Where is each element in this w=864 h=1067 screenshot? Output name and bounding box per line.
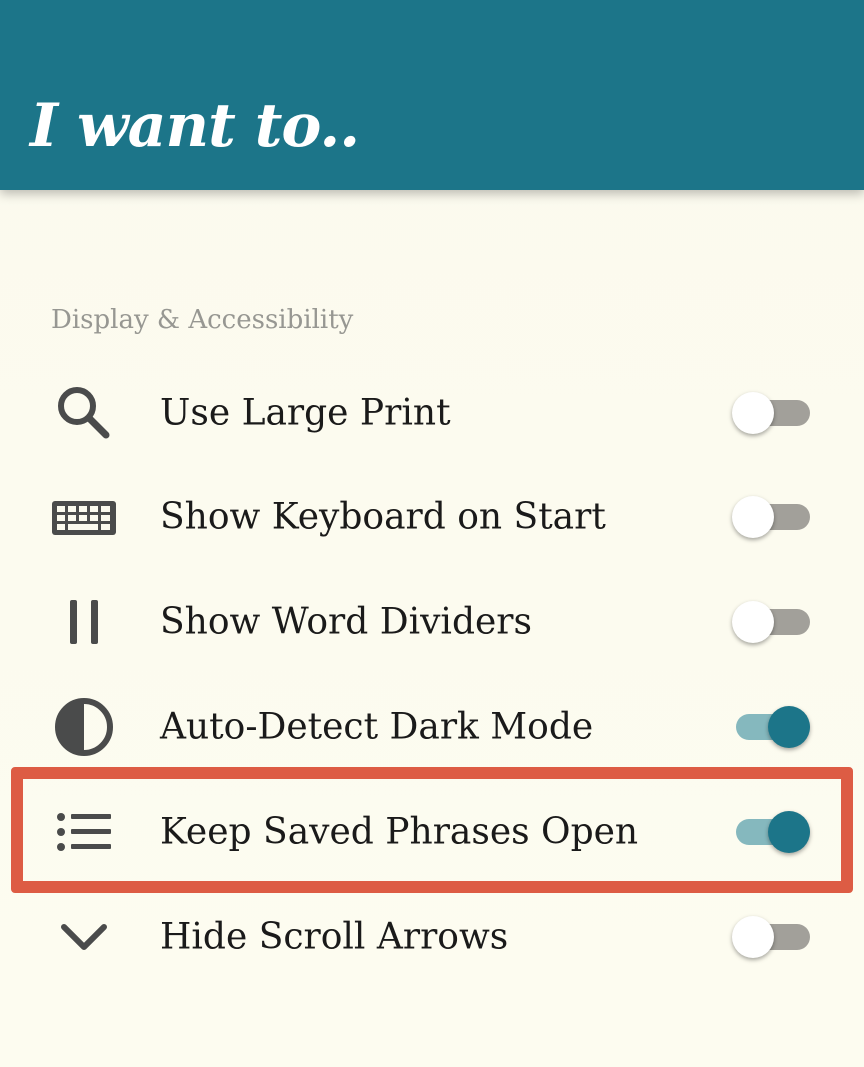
toggle-thumb <box>732 391 774 434</box>
setting-label: Show Word Dividers <box>160 601 532 642</box>
word-dividers-toggle[interactable] <box>732 600 810 644</box>
app-bar: I want to.. <box>0 0 864 190</box>
setting-label: Keep Saved Phrases Open <box>160 811 639 852</box>
dark-mode-toggle[interactable] <box>732 705 810 749</box>
toggle-thumb <box>768 705 810 748</box>
keyboard-on-start-toggle[interactable] <box>732 495 810 539</box>
toggle-thumb <box>732 915 774 958</box>
setting-label: Show Keyboard on Start <box>160 496 606 537</box>
list-icon <box>50 798 118 866</box>
hide-scroll-arrows-toggle[interactable] <box>732 915 810 959</box>
chevron-down-icon <box>50 903 118 971</box>
section-heading: Display & Accessibility <box>51 305 354 335</box>
toggle-thumb <box>732 600 774 643</box>
toggle-thumb <box>768 810 810 853</box>
toggle-thumb <box>732 495 774 538</box>
search-icon <box>50 379 118 447</box>
setting-row-keep-saved-phrases[interactable]: Keep Saved Phrases Open <box>0 779 864 884</box>
contrast-icon <box>50 693 118 761</box>
keyboard-icon <box>50 483 118 551</box>
large-print-toggle[interactable] <box>732 391 810 435</box>
setting-label: Auto-Detect Dark Mode <box>160 706 594 747</box>
setting-label: Use Large Print <box>160 392 451 433</box>
setting-row-hide-scroll-arrows[interactable]: Hide Scroll Arrows <box>0 884 864 989</box>
pause-bars-icon <box>50 588 118 656</box>
setting-row-word-dividers[interactable]: Show Word Dividers <box>0 569 864 674</box>
setting-row-keyboard-on-start[interactable]: Show Keyboard on Start <box>0 464 864 569</box>
setting-row-dark-mode[interactable]: Auto-Detect Dark Mode <box>0 674 864 779</box>
setting-row-large-print[interactable]: Use Large Print <box>0 360 864 465</box>
keep-saved-phrases-toggle[interactable] <box>732 810 810 854</box>
page-title: I want to.. <box>30 91 360 161</box>
setting-label: Hide Scroll Arrows <box>160 916 509 957</box>
